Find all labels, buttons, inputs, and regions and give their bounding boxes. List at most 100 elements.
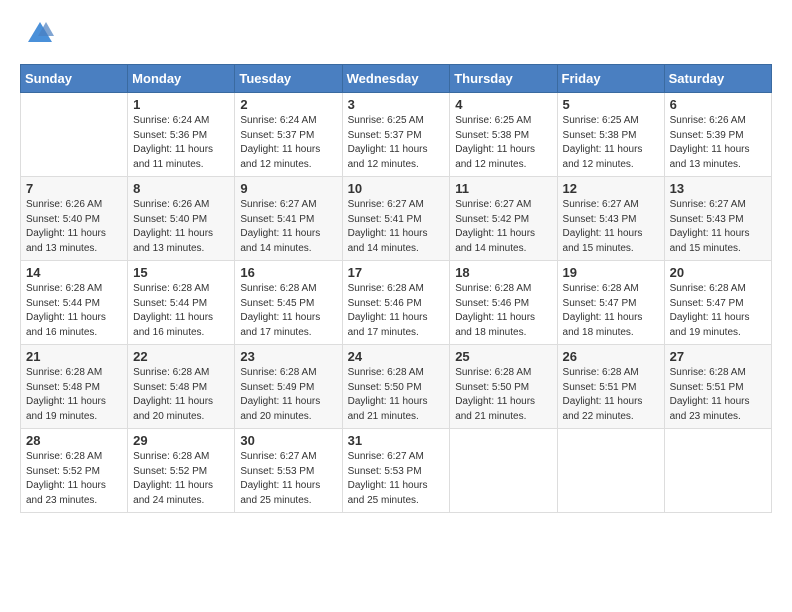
cell-details: Sunrise: 6:28 AMSunset: 5:51 PMDaylight:… — [563, 366, 659, 424]
calendar-cell — [450, 429, 557, 513]
calendar-week-row: 14 Sunrise: 6:28 AMSunset: 5:44 PMDayligh… — [21, 261, 772, 345]
cell-details: Sunrise: 6:28 AMSunset: 5:47 PMDaylight:… — [563, 282, 659, 340]
day-number: 19 — [563, 265, 659, 280]
calendar-cell: 21 Sunrise: 6:28 AMSunset: 5:48 PMDayligh… — [21, 345, 128, 429]
calendar-cell: 16Sunrise: 6:28 AMSunset: 5:45 PMDayligh… — [235, 261, 342, 345]
calendar-cell: 12Sunrise: 6:27 AMSunset: 5:43 PMDayligh… — [557, 177, 664, 261]
day-number: 21 — [26, 349, 122, 364]
calendar-cell: 13Sunrise: 6:27 AMSunset: 5:43 PMDayligh… — [664, 177, 771, 261]
cell-details: Sunrise: 6:28 AMSunset: 5:46 PMDaylight:… — [348, 282, 445, 340]
calendar-cell: 3 Sunrise: 6:25 AMSunset: 5:37 PMDaylight… — [342, 93, 450, 177]
calendar-cell: 23 Sunrise: 6:28 AMSunset: 5:49 PMDayligh… — [235, 345, 342, 429]
calendar-cell: 24 Sunrise: 6:28 AMSunset: 5:50 PMDayligh… — [342, 345, 450, 429]
calendar-week-row: 28 Sunrise: 6:28 AMSunset: 5:52 PMDayligh… — [21, 429, 772, 513]
cell-details: Sunrise: 6:27 AMSunset: 5:43 PMDaylight:… — [563, 198, 659, 256]
cell-details: Sunrise: 6:28 AMSunset: 5:48 PMDaylight:… — [26, 366, 122, 424]
calendar-cell: 1 Sunrise: 6:24 AMSunset: 5:36 PMDaylight… — [128, 93, 235, 177]
day-number: 9 — [240, 181, 336, 196]
calendar-week-row: 7 Sunrise: 6:26 AMSunset: 5:40 PMDaylight… — [21, 177, 772, 261]
day-number: 18 — [455, 265, 551, 280]
cell-details: Sunrise: 6:28 AMSunset: 5:51 PMDaylight:… — [670, 366, 766, 424]
calendar-cell: 8 Sunrise: 6:26 AMSunset: 5:40 PMDaylight… — [128, 177, 235, 261]
calendar-cell: 5 Sunrise: 6:25 AMSunset: 5:38 PMDaylight… — [557, 93, 664, 177]
cell-details: Sunrise: 6:28 AMSunset: 5:50 PMDaylight:… — [348, 366, 445, 424]
calendar-week-row: 1 Sunrise: 6:24 AMSunset: 5:36 PMDaylight… — [21, 93, 772, 177]
calendar-cell: 4 Sunrise: 6:25 AMSunset: 5:38 PMDaylight… — [450, 93, 557, 177]
day-number: 20 — [670, 265, 766, 280]
cell-details: Sunrise: 6:28 AMSunset: 5:44 PMDaylight:… — [133, 282, 229, 340]
calendar-cell: 27Sunrise: 6:28 AMSunset: 5:51 PMDayligh… — [664, 345, 771, 429]
calendar-cell: 10 Sunrise: 6:27 AMSunset: 5:41 PMDayligh… — [342, 177, 450, 261]
day-number: 23 — [240, 349, 336, 364]
cell-details: Sunrise: 6:28 AMSunset: 5:44 PMDaylight:… — [26, 282, 122, 340]
day-of-week-header: Friday — [557, 65, 664, 93]
day-number: 4 — [455, 97, 551, 112]
day-number: 30 — [240, 433, 336, 448]
calendar-cell: 20 Sunrise: 6:28 AMSunset: 5:47 PMDayligh… — [664, 261, 771, 345]
calendar-cell: 29 Sunrise: 6:28 AMSunset: 5:52 PMDayligh… — [128, 429, 235, 513]
calendar-cell — [664, 429, 771, 513]
day-number: 10 — [348, 181, 445, 196]
cell-details: Sunrise: 6:28 AMSunset: 5:49 PMDaylight:… — [240, 366, 336, 424]
cell-details: Sunrise: 6:28 AMSunset: 5:50 PMDaylight:… — [455, 366, 551, 424]
cell-details: Sunrise: 6:27 AMSunset: 5:53 PMDaylight:… — [348, 450, 445, 508]
day-number: 8 — [133, 181, 229, 196]
day-number: 24 — [348, 349, 445, 364]
cell-details: Sunrise: 6:28 AMSunset: 5:48 PMDaylight:… — [133, 366, 229, 424]
cell-details: Sunrise: 6:27 AMSunset: 5:42 PMDaylight:… — [455, 198, 551, 256]
day-number: 31 — [348, 433, 445, 448]
calendar-cell: 31 Sunrise: 6:27 AMSunset: 5:53 PMDayligh… — [342, 429, 450, 513]
cell-details: Sunrise: 6:26 AMSunset: 5:40 PMDaylight:… — [133, 198, 229, 256]
cell-details: Sunrise: 6:28 AMSunset: 5:47 PMDaylight:… — [670, 282, 766, 340]
cell-details: Sunrise: 6:28 AMSunset: 5:52 PMDaylight:… — [26, 450, 122, 508]
calendar-cell: 26 Sunrise: 6:28 AMSunset: 5:51 PMDayligh… — [557, 345, 664, 429]
page-header — [20, 20, 772, 48]
cell-details: Sunrise: 6:27 AMSunset: 5:43 PMDaylight:… — [670, 198, 766, 256]
day-number: 1 — [133, 97, 229, 112]
day-number: 7 — [26, 181, 122, 196]
day-number: 3 — [348, 97, 445, 112]
day-number: 22 — [133, 349, 229, 364]
calendar-cell — [557, 429, 664, 513]
calendar-cell: 14 Sunrise: 6:28 AMSunset: 5:44 PMDayligh… — [21, 261, 128, 345]
calendar-cell: 18 Sunrise: 6:28 AMSunset: 5:46 PMDayligh… — [450, 261, 557, 345]
day-of-week-header: Tuesday — [235, 65, 342, 93]
day-number: 25 — [455, 349, 551, 364]
day-number: 5 — [563, 97, 659, 112]
day-number: 26 — [563, 349, 659, 364]
day-of-week-header: Thursday — [450, 65, 557, 93]
cell-details: Sunrise: 6:26 AMSunset: 5:39 PMDaylight:… — [670, 114, 766, 172]
cell-details: Sunrise: 6:28 AMSunset: 5:46 PMDaylight:… — [455, 282, 551, 340]
day-of-week-header: Monday — [128, 65, 235, 93]
cell-details: Sunrise: 6:27 AMSunset: 5:41 PMDaylight:… — [348, 198, 445, 256]
cell-details: Sunrise: 6:28 AMSunset: 5:45 PMDaylight:… — [240, 282, 336, 340]
day-of-week-header: Wednesday — [342, 65, 450, 93]
logo — [20, 20, 58, 48]
calendar-cell: 17Sunrise: 6:28 AMSunset: 5:46 PMDayligh… — [342, 261, 450, 345]
day-of-week-header: Sunday — [21, 65, 128, 93]
day-number: 2 — [240, 97, 336, 112]
cell-details: Sunrise: 6:26 AMSunset: 5:40 PMDaylight:… — [26, 198, 122, 256]
day-number: 15 — [133, 265, 229, 280]
calendar-cell: 30 Sunrise: 6:27 AMSunset: 5:53 PMDayligh… — [235, 429, 342, 513]
cell-details: Sunrise: 6:25 AMSunset: 5:38 PMDaylight:… — [563, 114, 659, 172]
calendar-cell — [21, 93, 128, 177]
calendar-cell: 11Sunrise: 6:27 AMSunset: 5:42 PMDayligh… — [450, 177, 557, 261]
calendar-cell: 15 Sunrise: 6:28 AMSunset: 5:44 PMDayligh… — [128, 261, 235, 345]
calendar-cell: 19 Sunrise: 6:28 AMSunset: 5:47 PMDayligh… — [557, 261, 664, 345]
calendar-header-row: SundayMondayTuesdayWednesdayThursdayFrid… — [21, 65, 772, 93]
cell-details: Sunrise: 6:25 AMSunset: 5:37 PMDaylight:… — [348, 114, 445, 172]
calendar-cell: 9Sunrise: 6:27 AMSunset: 5:41 PMDaylight… — [235, 177, 342, 261]
day-number: 29 — [133, 433, 229, 448]
day-number: 14 — [26, 265, 122, 280]
cell-details: Sunrise: 6:27 AMSunset: 5:53 PMDaylight:… — [240, 450, 336, 508]
calendar-table: SundayMondayTuesdayWednesdayThursdayFrid… — [20, 64, 772, 513]
calendar-cell: 6Sunrise: 6:26 AMSunset: 5:39 PMDaylight… — [664, 93, 771, 177]
day-of-week-header: Saturday — [664, 65, 771, 93]
cell-details: Sunrise: 6:24 AMSunset: 5:36 PMDaylight:… — [133, 114, 229, 172]
day-number: 28 — [26, 433, 122, 448]
cell-details: Sunrise: 6:28 AMSunset: 5:52 PMDaylight:… — [133, 450, 229, 508]
cell-details: Sunrise: 6:24 AMSunset: 5:37 PMDaylight:… — [240, 114, 336, 172]
cell-details: Sunrise: 6:25 AMSunset: 5:38 PMDaylight:… — [455, 114, 551, 172]
calendar-cell: 28 Sunrise: 6:28 AMSunset: 5:52 PMDayligh… — [21, 429, 128, 513]
